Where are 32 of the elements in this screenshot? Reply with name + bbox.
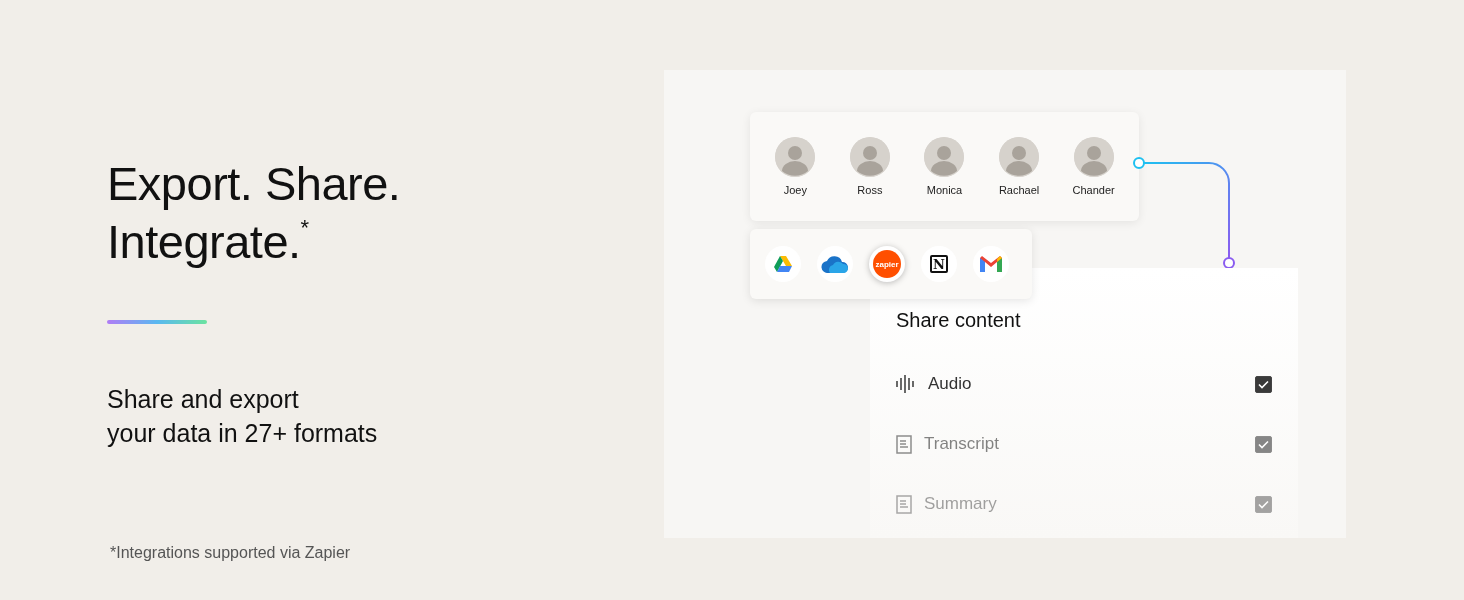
cloud-icon [821,255,849,273]
person-name: Chander [1072,184,1115,196]
panel-title: Share content [896,309,1022,332]
avatar-icon [849,137,890,177]
share-option-label: Audio [928,374,973,394]
share-option-label: Transcript [924,434,1000,454]
avatar-icon [924,137,965,177]
person-name: Ross [857,184,883,196]
checkmark-icon [1258,379,1269,389]
avatar-icon [1073,137,1114,177]
triangle-icon [774,256,792,272]
checkbox[interactable] [1255,435,1272,453]
document-icon [896,434,912,454]
checkbox[interactable] [1255,375,1272,393]
person-name: Joey [783,184,807,196]
checkmark-icon [1258,499,1269,509]
person-name: Monica [926,184,963,196]
waveform-icon [896,375,916,393]
document-icon [896,494,912,514]
footnote: *Integrations supported via Zapier [110,544,352,562]
checkmark-icon [1258,439,1269,449]
avatar-icon [775,137,816,177]
avatar-icon [999,137,1040,177]
headline: Export. Share. Integrate.$^{*}$ [107,156,402,270]
envelope-icon [980,256,1002,272]
integration-button[interactable] [817,246,853,282]
integration-button[interactable] [973,246,1009,282]
person-name: Rachael [998,184,1040,196]
integration-button[interactable] [765,246,801,282]
share-option-label: Summary [924,494,998,514]
subtitle: Share and export your data in 27+ formats [107,384,379,449]
integration-button[interactable]: N [921,246,957,282]
